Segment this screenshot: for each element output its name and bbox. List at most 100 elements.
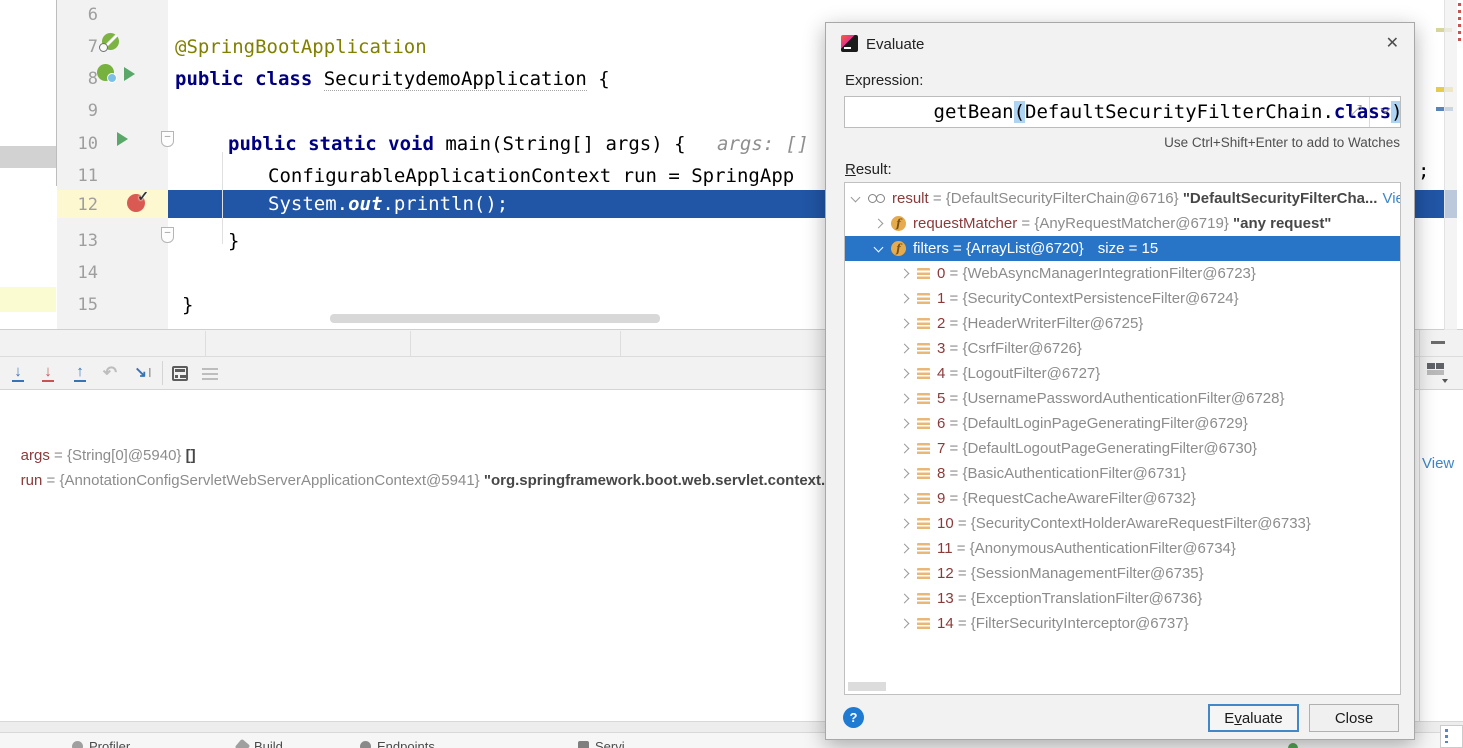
- item-value: = {DefaultLoginPageGeneratingFilter@6729…: [945, 415, 1248, 432]
- tree-item-13[interactable]: 13 = {ExceptionTranslationFilter@6736}: [845, 586, 1400, 611]
- left-scrollbar-thumb[interactable]: [0, 146, 57, 168]
- array-item-icon: [917, 517, 930, 530]
- spring-bean-icon[interactable]: [99, 33, 119, 52]
- chevron-right-icon[interactable]: [899, 443, 910, 454]
- tree-item-9[interactable]: 9 = {RequestCacheAwareFilter@6732}: [845, 486, 1400, 511]
- array-item-icon: [917, 467, 930, 480]
- variable-view-link[interactable]: View: [1422, 455, 1454, 472]
- chevron-right-icon[interactable]: [899, 593, 910, 604]
- endpoints-icon: [360, 741, 371, 748]
- item-index: 6: [937, 415, 946, 432]
- evaluate-expression-button[interactable]: [172, 366, 188, 381]
- chevron-right-icon[interactable]: [899, 518, 910, 529]
- chevron-right-icon[interactable]: [899, 393, 910, 404]
- close-icon[interactable]: ✕: [1386, 33, 1399, 53]
- item-index: 5: [937, 390, 946, 407]
- field-icon: f: [891, 241, 906, 256]
- chevron-right-icon[interactable]: [899, 418, 910, 429]
- chevron-right-icon[interactable]: [899, 343, 910, 354]
- tree-item-7[interactable]: 7 = {DefaultLogoutPageGeneratingFilter@6…: [845, 436, 1400, 461]
- toolwindow-button-build[interactable]: Build: [234, 738, 283, 748]
- tree-item-2[interactable]: 2 = {HeaderWriterFilter@6725}: [845, 311, 1400, 336]
- tree-item-0[interactable]: 0 = {WebAsyncManagerIntegrationFilter@67…: [845, 261, 1400, 286]
- item-index: 4: [937, 365, 946, 382]
- expand-editor-icon[interactable]: ⤢: [1350, 102, 1362, 119]
- editor-hscrollbar-thumb[interactable]: [330, 314, 660, 323]
- toolwindow-label: Servi: [595, 739, 625, 748]
- chevron-right-icon[interactable]: [899, 493, 910, 504]
- variable-row-run[interactable]: run = {AnnotationConfigServletWebServerA…: [4, 455, 869, 506]
- layout-settings-icon[interactable]: [1427, 363, 1448, 383]
- chevron-down-icon[interactable]: [850, 192, 861, 202]
- run-to-cursor-button[interactable]: ↘ I: [130, 362, 156, 384]
- field-separator: [1369, 97, 1370, 127]
- tree-row-requestmatcher[interactable]: f requestMatcher = {AnyRequestMatcher@67…: [845, 211, 1400, 236]
- array-item-icon: [917, 267, 930, 280]
- tree-item-4[interactable]: 4 = {LogoutFilter@6727}: [845, 361, 1400, 386]
- tree-item-3[interactable]: 3 = {CsrfFilter@6726}: [845, 336, 1400, 361]
- drop-frame-icon: ↶: [102, 363, 118, 382]
- item-value: = {SessionManagementFilter@6735}: [953, 565, 1204, 582]
- toolwindow-button-services[interactable]: Servi: [578, 739, 625, 748]
- trace-stream-button[interactable]: [202, 368, 218, 380]
- profiler-icon: [72, 741, 83, 748]
- spring-boot-icon[interactable]: [97, 64, 117, 83]
- breakpoint-verified-icon[interactable]: ✓: [127, 188, 149, 212]
- tree-item-8[interactable]: 8 = {BasicAuthenticationFilter@6731}: [845, 461, 1400, 486]
- tree-item-11[interactable]: 11 = {AnonymousAuthenticationFilter@6734…: [845, 536, 1400, 561]
- chevron-right-icon[interactable]: [899, 568, 910, 579]
- tree-item-12[interactable]: 12 = {SessionManagementFilter@6735}: [845, 561, 1400, 586]
- editor-vscrollbar-track[interactable]: [1444, 0, 1457, 330]
- array-item-icon: [917, 317, 930, 330]
- keyword-token: public static void: [228, 133, 446, 155]
- toolwindow-button-profiler[interactable]: Profiler: [72, 739, 130, 748]
- tree-row-filters-selected[interactable]: f filters = {ArrayList@6720} size = 15: [845, 236, 1400, 261]
- toolwindow-button-endpoints[interactable]: Endpoints: [360, 739, 435, 748]
- chevron-right-icon[interactable]: [899, 268, 910, 279]
- tree-item-1[interactable]: 1 = {SecurityContextPersistenceFilter@67…: [845, 286, 1400, 311]
- tree-item-10[interactable]: 10 = {SecurityContextHolderAwareRequestF…: [845, 511, 1400, 536]
- tree-hscrollbar-thumb[interactable]: [848, 682, 886, 691]
- chevron-right-icon[interactable]: [899, 318, 910, 329]
- node-string-value: "DefaultSecurityFilterCha...: [1182, 190, 1378, 207]
- tree-item-6[interactable]: 6 = {DefaultLoginPageGeneratingFilter@67…: [845, 411, 1400, 436]
- expression-field[interactable]: getBean(DefaultSecurityFilterChain.class…: [844, 96, 1401, 128]
- item-index: 8: [937, 465, 946, 482]
- item-index: 2: [937, 315, 946, 332]
- chevron-right-icon[interactable]: [873, 218, 884, 229]
- notification-popup-fragment: [1440, 725, 1463, 748]
- tree-item-14[interactable]: 14 = {FilterSecurityInterceptor@6737}: [845, 611, 1400, 636]
- evaluate-dialog: Evaluate ✕ Expression: getBean(DefaultSe…: [825, 22, 1415, 740]
- tree-item-5[interactable]: 5 = {UsernamePasswordAuthenticationFilte…: [845, 386, 1400, 411]
- chevron-right-icon[interactable]: [899, 618, 910, 629]
- item-index: 13: [937, 590, 954, 607]
- debug-header-separator: [205, 331, 206, 356]
- tool-window-splitter[interactable]: [1419, 330, 1420, 721]
- tree-row-result[interactable]: result = {DefaultSecurityFilterChain@671…: [845, 186, 1400, 211]
- chevron-down-icon[interactable]: [873, 242, 884, 252]
- item-index: 3: [937, 340, 946, 357]
- dialog-title: Evaluate: [866, 36, 925, 53]
- help-icon[interactable]: ?: [843, 707, 864, 728]
- services-icon: [578, 741, 589, 748]
- step-into-button[interactable]: ↓: [8, 362, 28, 384]
- chevron-right-icon[interactable]: [899, 293, 910, 304]
- close-button[interactable]: Close: [1309, 704, 1399, 732]
- evaluate-button[interactable]: Ev aluate: [1208, 704, 1299, 732]
- expression-text: getBean: [933, 101, 1014, 123]
- hide-panel-icon[interactable]: [1431, 341, 1445, 344]
- view-link[interactable]: View: [1382, 190, 1400, 207]
- item-value: = {BasicAuthenticationFilter@6731}: [945, 465, 1187, 482]
- array-item-icon: [917, 617, 930, 630]
- chevron-right-icon[interactable]: [899, 543, 910, 554]
- run-class-icon[interactable]: [124, 67, 135, 81]
- debug-header-separator: [410, 331, 411, 356]
- drop-frame-button[interactable]: ↶: [100, 362, 120, 384]
- chevron-right-icon[interactable]: [899, 368, 910, 379]
- run-main-icon[interactable]: [117, 132, 128, 146]
- force-step-into-button[interactable]: ↓: [38, 362, 58, 384]
- item-index: 9: [937, 490, 946, 507]
- chevron-right-icon[interactable]: [899, 468, 910, 479]
- step-out-button[interactable]: ↑: [70, 362, 90, 384]
- line-number: 8: [87, 69, 98, 89]
